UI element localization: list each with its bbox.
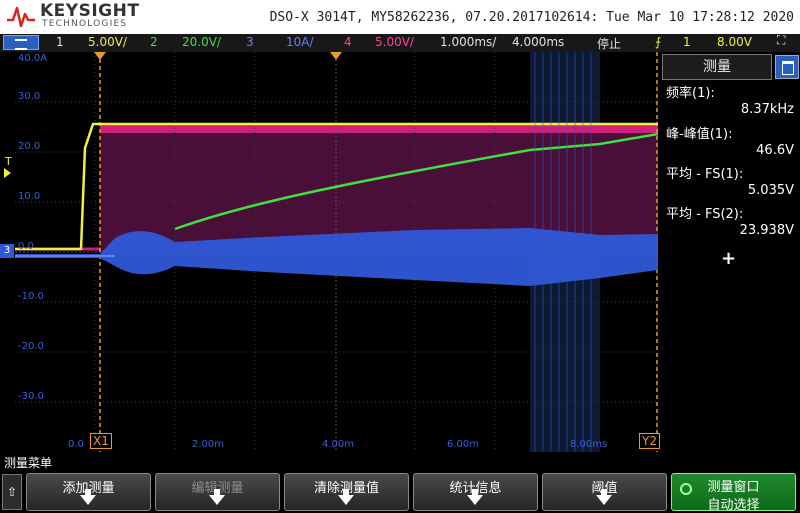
meas-value: 8.37kHz [740,102,794,117]
meas-value: 23.938V [739,223,794,238]
down-arrow-icon [467,489,483,505]
y-tick-label: 10.0 [18,191,41,202]
statistics-button[interactable]: 统计信息 [413,473,538,511]
ch3-ground-marker[interactable]: 3 [0,244,14,258]
ch4-number[interactable]: 4 [344,35,352,49]
x-tick-label: 4.00m [322,439,355,450]
meas-value: 5.035V [747,183,794,198]
meas-label: 平均 - FS(1): [666,167,744,182]
instrument-info: DSO-X 3014T, MY58262236, 07.20.201710261… [269,10,794,25]
y-tick-label: -30.0 [18,391,44,402]
ch3-scale[interactable]: 10A/ [286,35,314,49]
measurement-panel: 测量 频率(1): 8.37kHz 峰-峰值(1): 46.6V 平均 - FS… [660,52,800,452]
softmenu-title: 测量菜单 [4,456,53,470]
trigger-arrow-icon [4,168,11,178]
brand-name: KEYSIGHT [40,1,140,21]
down-arrow-icon [80,489,96,505]
meas-label: 峰-峰值(1): [666,127,733,142]
cursor-x2-label[interactable]: Y2 [639,433,660,449]
meas-label: 平均 - FS(2): [666,207,744,222]
run-state: 停止 [597,37,622,51]
down-arrow-icon [596,489,612,505]
meas-label: 频率(1): [666,86,715,101]
add-measurement-icon[interactable]: + [721,248,736,269]
add-measurement-button[interactable]: 添加测量 [26,473,151,511]
trigger-level[interactable]: 8.00V [717,35,752,49]
measurement-window-button[interactable]: 测量窗口 自动选择 [671,473,796,513]
timebase-delay[interactable]: 4.000ms [512,35,564,49]
channel-status-bar: 1 5.00V/ 2 20.0V/ 3 10A/ 4 5.00V/ 1.000m… [0,33,800,52]
y-tick-label: -10.0 [18,291,44,302]
back-button[interactable]: ⇧ [2,474,22,510]
threshold-button[interactable]: 阈值 [542,473,667,511]
softkey-bar: ⇧ 添加测量 编辑测量 清除测量值 统计信息 阈值 测量窗口 自动选择 [0,471,800,513]
timebase-scale[interactable]: 1.000ms/ [440,35,496,49]
keysight-logo-icon [7,6,35,28]
edit-measurement-button[interactable]: 编辑测量 [155,473,280,511]
trigger-level-marker: T [5,155,12,168]
panel-menu-icon[interactable] [775,55,799,79]
ch1-scale[interactable]: 5.00V/ [88,35,127,49]
clear-measurements-button[interactable]: 清除测量值 [284,473,409,511]
panel-title: 测量 [662,54,772,80]
trigger-edge-icon: ⨍ [655,35,662,49]
waveform-display[interactable] [15,52,658,452]
softkey-value: 自动选择 [707,498,760,513]
brand-subtitle: TECHNOLOGIES [42,19,128,29]
down-arrow-icon [338,489,354,505]
trigger-source[interactable]: 1 [683,35,691,49]
ch4-scale[interactable]: 5.00V/ [375,35,414,49]
softkey-label: 测量窗口 [707,480,760,495]
capture-icon[interactable]: ⛶ [777,33,785,48]
y-tick-label: 0.0 [18,241,34,252]
x-tick-label: 6.00m [447,439,480,450]
x-tick-label: 2.00m [192,439,225,450]
y-tick-label: 20.0 [18,141,41,152]
header-bar: KEYSIGHT TECHNOLOGIES DSO-X 3014T, MY582… [0,0,800,34]
meas-value: 46.6V [756,143,794,158]
ch3-number[interactable]: 3 [246,35,254,49]
x-tick-label: 0.0 [68,439,84,450]
y-tick-label: 40.0A [18,53,48,64]
ch2-number[interactable]: 2 [150,35,158,49]
main-menu-button[interactable] [3,35,39,50]
ch2-scale[interactable]: 20.0V/ [182,35,221,49]
y-tick-label: 30.0 [18,91,41,102]
ch1-number[interactable]: 1 [56,35,64,49]
down-arrow-icon [209,489,225,505]
x-tick-label: 8.00ms [570,439,608,450]
y-tick-label: -20.0 [18,341,44,352]
cursor-x1-label[interactable]: X1 [90,433,112,449]
